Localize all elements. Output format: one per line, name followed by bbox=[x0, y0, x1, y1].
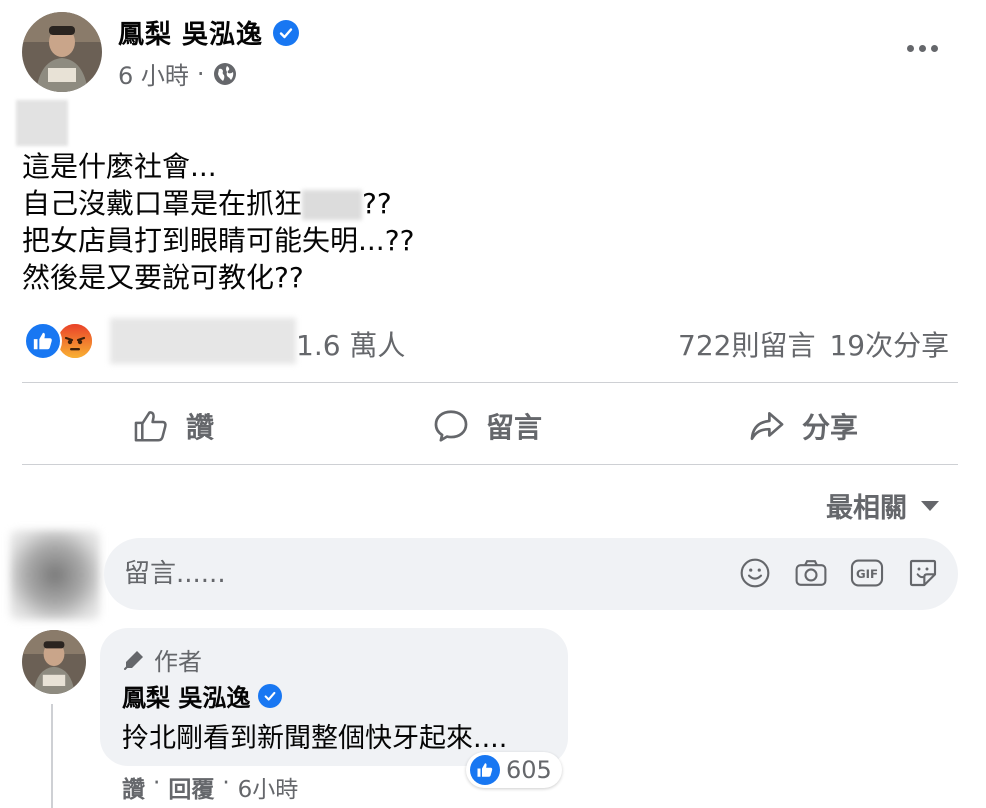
current-user-avatar bbox=[10, 530, 100, 620]
author-badge: 作者 bbox=[122, 642, 202, 677]
redacted-names bbox=[110, 318, 296, 364]
comment-sort-dropdown[interactable]: 最相關 bbox=[826, 486, 939, 525]
share-count[interactable]: 19次分享 bbox=[829, 324, 949, 364]
reaction-icons[interactable] bbox=[24, 322, 94, 360]
meta-separator: · bbox=[196, 59, 205, 88]
thumbs-up-outline-icon bbox=[134, 411, 167, 442]
pen-icon bbox=[124, 650, 143, 670]
reply-action-separator: · bbox=[222, 770, 230, 796]
author-badge-label: 作者 bbox=[154, 648, 202, 676]
reply-author-name[interactable]: 鳳梨 吳泓逸 bbox=[122, 678, 250, 713]
reply-author-avatar[interactable] bbox=[22, 630, 86, 694]
thumbs-up-reaction-icon bbox=[24, 322, 62, 360]
smiley-icon[interactable] bbox=[738, 556, 772, 590]
author-avatar[interactable] bbox=[22, 12, 102, 92]
reply-reply-button[interactable]: 回覆 bbox=[168, 770, 214, 804]
redacted-inline bbox=[302, 190, 363, 220]
sticker-icon[interactable] bbox=[906, 556, 940, 590]
post-line-text: 自己沒戴口罩是在抓狂 bbox=[22, 187, 303, 220]
more-options-button[interactable] bbox=[900, 30, 944, 66]
comment-count[interactable]: 722則留言 bbox=[678, 324, 815, 364]
redacted-block bbox=[16, 100, 68, 146]
svg-text:GIF: GIF bbox=[856, 567, 878, 581]
comment-button-label: 留言 bbox=[486, 411, 543, 444]
post-line: 然後是又要說可教化?? bbox=[22, 261, 304, 294]
like-button[interactable]: 讚 bbox=[132, 400, 214, 452]
comment-box[interactable]: GIF bbox=[104, 538, 958, 610]
post-line-text: ?? bbox=[362, 187, 392, 220]
reply-like-count[interactable]: 605 bbox=[466, 752, 562, 788]
thread-line bbox=[51, 704, 53, 808]
verified-check-icon bbox=[273, 19, 300, 46]
comment-input[interactable] bbox=[124, 559, 684, 589]
like-button-label: 讚 bbox=[186, 411, 215, 444]
reply-text: 拎北剛看到新聞整個快牙起來.... bbox=[122, 723, 508, 754]
author-name-text[interactable]: 鳳梨 吳泓逸 bbox=[118, 14, 263, 51]
divider bbox=[22, 464, 958, 465]
post-body: 這是什麼社會... 自己沒戴口罩是在抓狂?? 把女店員打到眼睛可能失明...??… bbox=[22, 148, 414, 296]
post-meta: 6 小時 · bbox=[118, 56, 237, 91]
author-name[interactable]: 鳳梨 吳泓逸 bbox=[118, 14, 300, 51]
share-button[interactable]: 分享 bbox=[748, 400, 858, 452]
post-time[interactable]: 6 小時 bbox=[118, 56, 189, 91]
divider bbox=[22, 382, 958, 383]
reply-action-separator: · bbox=[153, 770, 161, 796]
globe-icon bbox=[213, 62, 236, 85]
caret-down-icon bbox=[921, 500, 939, 511]
reply-like-button[interactable]: 讚 bbox=[122, 770, 145, 804]
speech-bubble-icon bbox=[434, 410, 468, 442]
reply-actions: 讚 · 回覆 · 6小時 bbox=[122, 770, 298, 804]
reply-author[interactable]: 鳳梨 吳泓逸 bbox=[122, 678, 283, 713]
comment-tools: GIF bbox=[738, 556, 940, 590]
reply-like-number: 605 bbox=[506, 756, 552, 784]
thumbs-up-reaction-icon bbox=[470, 755, 500, 785]
sort-label: 最相關 bbox=[826, 493, 907, 524]
more-horizontal-icon bbox=[906, 44, 914, 52]
post-stats: 722則留言 19次分享 bbox=[678, 324, 949, 364]
reaction-count[interactable]: 1.6 萬人 bbox=[296, 324, 405, 364]
verified-check-icon bbox=[258, 683, 283, 708]
share-arrow-icon bbox=[750, 411, 784, 441]
camera-icon[interactable] bbox=[794, 556, 828, 590]
post-line: 這是什麼社會... bbox=[22, 150, 217, 183]
comment-button[interactable]: 留言 bbox=[432, 400, 542, 452]
share-button-label: 分享 bbox=[802, 411, 859, 444]
gif-icon[interactable]: GIF bbox=[850, 556, 884, 590]
post-line: 把女店員打到眼睛可能失明...?? bbox=[22, 224, 415, 257]
post-line: 自己沒戴口罩是在抓狂?? bbox=[22, 185, 414, 222]
reply-time[interactable]: 6小時 bbox=[238, 770, 299, 804]
